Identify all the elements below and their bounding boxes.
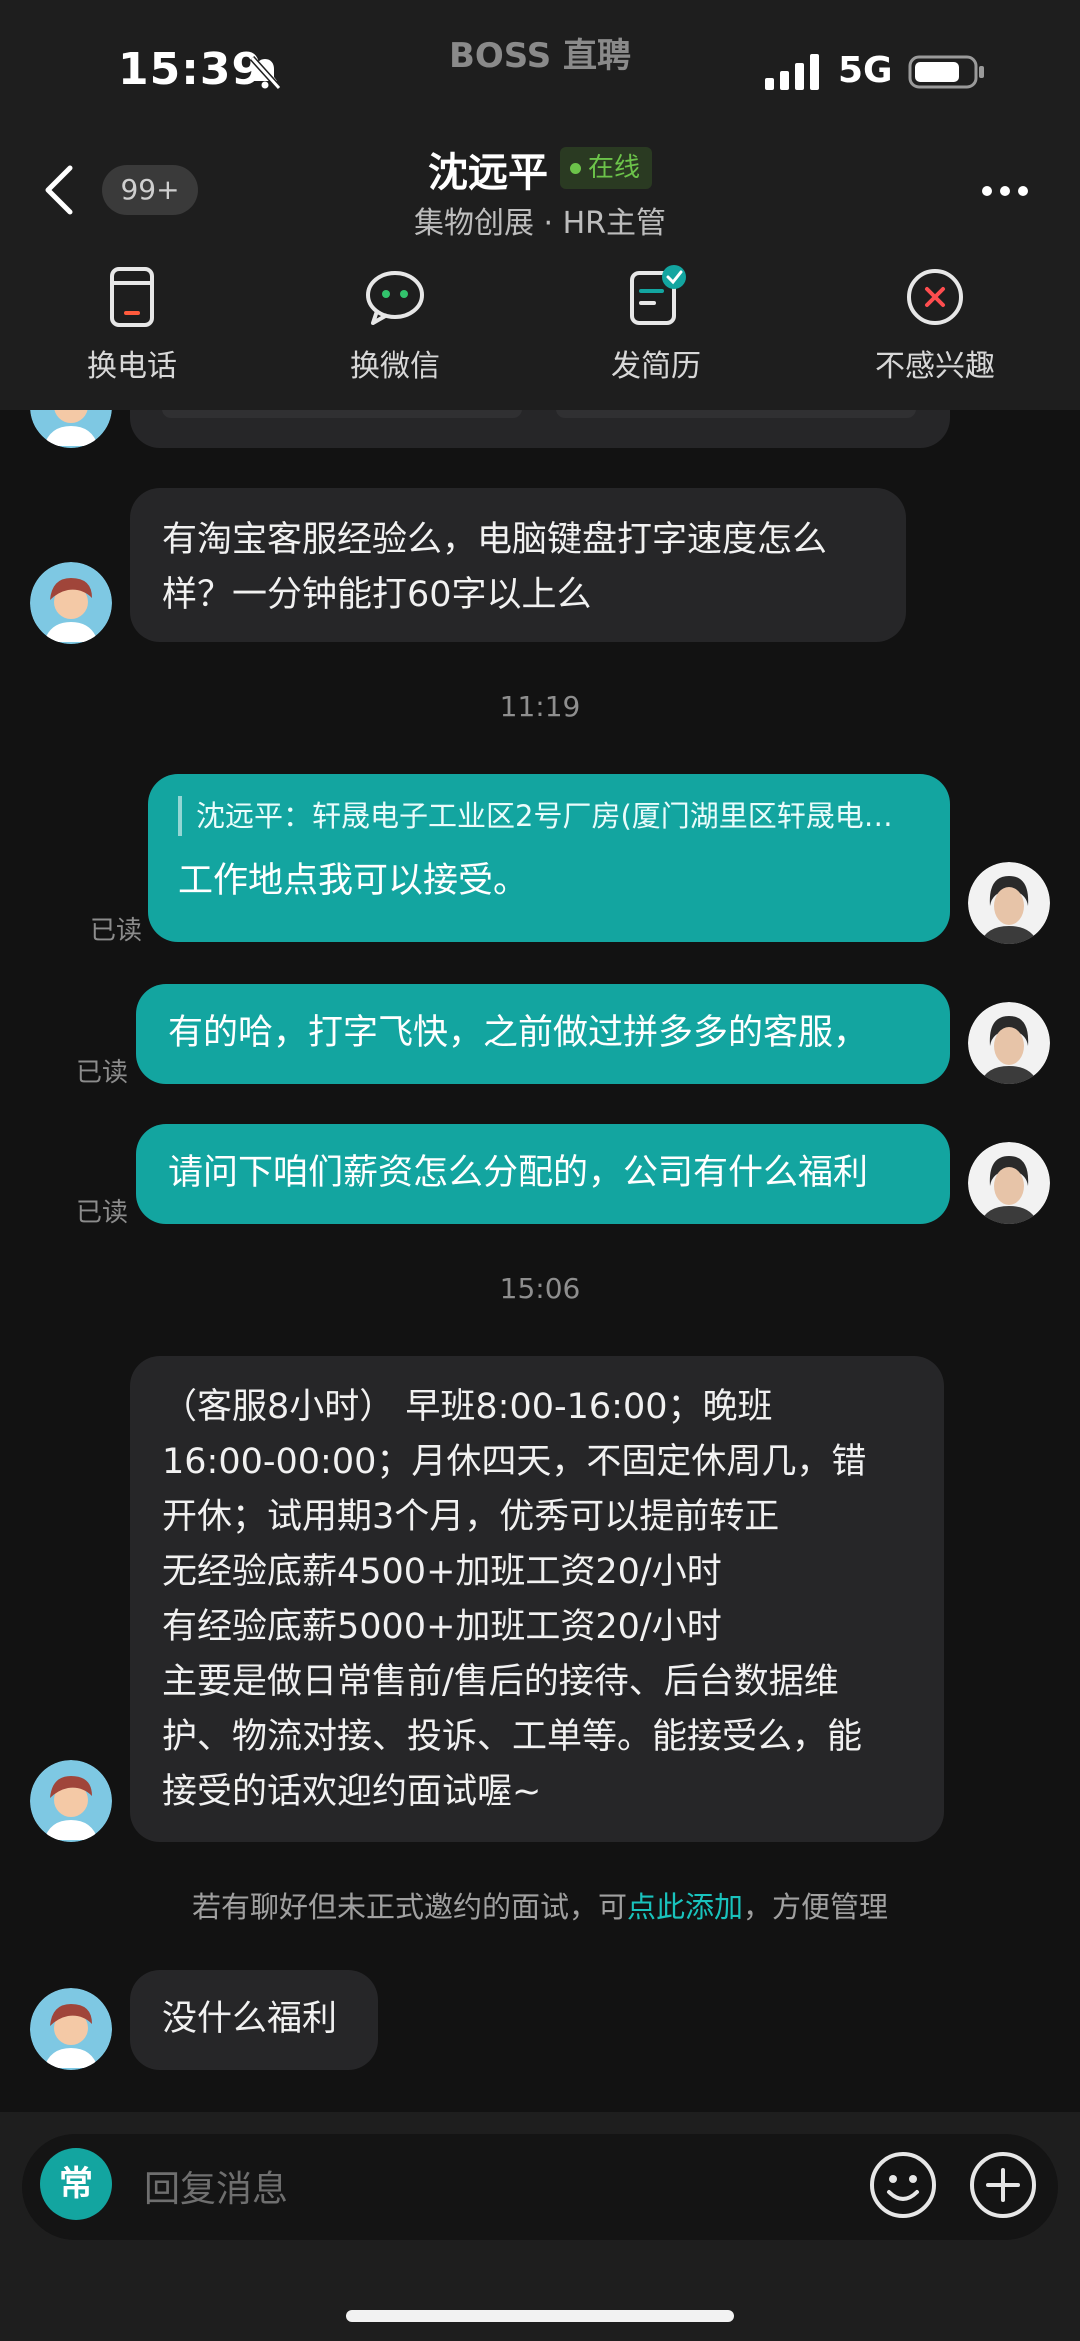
online-label: 在线 [588,153,641,183]
message-text: 工作地点我可以接受。 [178,861,529,901]
read-receipt: 已读 [90,916,143,946]
phone-card-icon [110,267,154,327]
home-indicator [346,2310,734,2322]
message-text: 护、物流对接、投诉、工单等。能接受么，能 [162,1717,863,1757]
read-receipt: 已读 [76,1198,129,1228]
tip-text: 若有聊好但未正式邀约的面试，可 [191,1890,627,1924]
resume-icon [630,265,686,325]
message-text: 接受的话欢迎约面试喔~ [162,1772,542,1812]
read-receipt: 已读 [76,1058,129,1088]
not-interested-icon [907,269,963,325]
add-more-icon[interactable] [968,2150,1038,2220]
message-text: 样？一分钟能打60字以上么 [162,575,592,615]
message-text: 有经验底薪5000+加班工资20/小时 [162,1607,722,1647]
my-avatar[interactable] [968,862,1050,944]
chat-header: 15:39 BOSS 直聘 5G 99+ 沈远平 在线 集物创展 · HR主管 [0,0,1080,410]
action-send-resume[interactable]: 发简历 [576,265,736,385]
hr-avatar[interactable] [30,1760,112,1842]
quick-phrases-button[interactable]: 常 [40,2148,112,2220]
action-label: 换电话 [87,349,177,384]
message-text: 无经验底薪4500+加班工资20/小时 [162,1552,722,1592]
message-bubble-incoming: 有淘宝客服经验么，电脑键盘打字速度怎么 样？一分钟能打60字以上么 [130,488,906,642]
message-text: 16:00-00:00；月休四天，不固定休周几，错 [162,1442,867,1482]
emoji-icon[interactable] [868,2150,938,2220]
timestamp: 15:06 [499,1272,581,1305]
hr-avatar[interactable] [30,1988,112,2070]
message-bubble-outgoing: 有的哈，打字飞快，之前做过拼多多的客服， [136,984,950,1084]
my-avatar[interactable] [968,1002,1050,1084]
contact-name: 沈远平 [428,150,548,196]
message-text: 开休；试用期3个月，优秀可以提前转正 [162,1497,780,1537]
signal-icon [765,54,819,90]
tip-text: ，方便管理 [743,1890,889,1924]
network-type: 5G [838,50,893,91]
message-bubble-incoming: 没什么福利 [130,1970,378,2070]
hr-avatar[interactable] [30,562,112,644]
action-label: 换微信 [350,349,440,384]
timestamp: 11:19 [499,690,581,723]
message-input-placeholder[interactable]: 回复消息 [144,2160,288,2212]
interview-tip: 若有聊好但未正式邀约的面试，可点此添加，方便管理 [0,1884,1080,1926]
message-text: 有的哈，打字飞快，之前做过拼多多的客服， [168,1013,869,1053]
my-avatar[interactable] [968,1142,1050,1224]
online-dot-icon [570,162,581,174]
message-text: 有淘宝客服经验么，电脑键盘打字速度怎么 [162,520,828,560]
message-bubble-outgoing: 请问下咱们薪资怎么分配的，公司有什么福利 [136,1124,950,1224]
more-options-icon[interactable] [980,184,1030,198]
action-exchange-wechat[interactable]: 换微信 [315,265,475,385]
message-text: 请问下咱们薪资怎么分配的，公司有什么福利 [168,1153,869,1193]
message-text: （客服8小时） 早班8:00-16:00；晚班 [162,1387,773,1427]
action-not-interested[interactable]: 不感兴趣 [855,265,1015,385]
online-status-badge: 在线 [560,147,653,189]
action-label: 发简历 [611,349,701,384]
action-exchange-phone[interactable]: 换电话 [52,265,212,385]
contact-subtitle: 集物创展 · HR主管 [413,206,666,241]
action-label: 不感兴趣 [875,349,995,384]
message-text: 没什么福利 [162,1999,338,2039]
message-bubble-incoming: （客服8小时） 早班8:00-16:00；晚班 16:00-00:00；月休四天… [130,1356,944,1842]
message-text: 主要是做日常售前/售后的接待、后台数据维 [162,1662,839,1702]
battery-icon [908,55,984,89]
quoted-message[interactable]: 沈远平：轩晟电子工业区2号厂房(厦门湖里区轩晟电… [178,796,920,836]
message-bubble-outgoing: 沈远平：轩晟电子工业区2号厂房(厦门湖里区轩晟电… 工作地点我可以接受。 [148,774,950,942]
wechat-icon [366,271,424,325]
add-interview-link[interactable]: 点此添加 [627,1890,743,1924]
